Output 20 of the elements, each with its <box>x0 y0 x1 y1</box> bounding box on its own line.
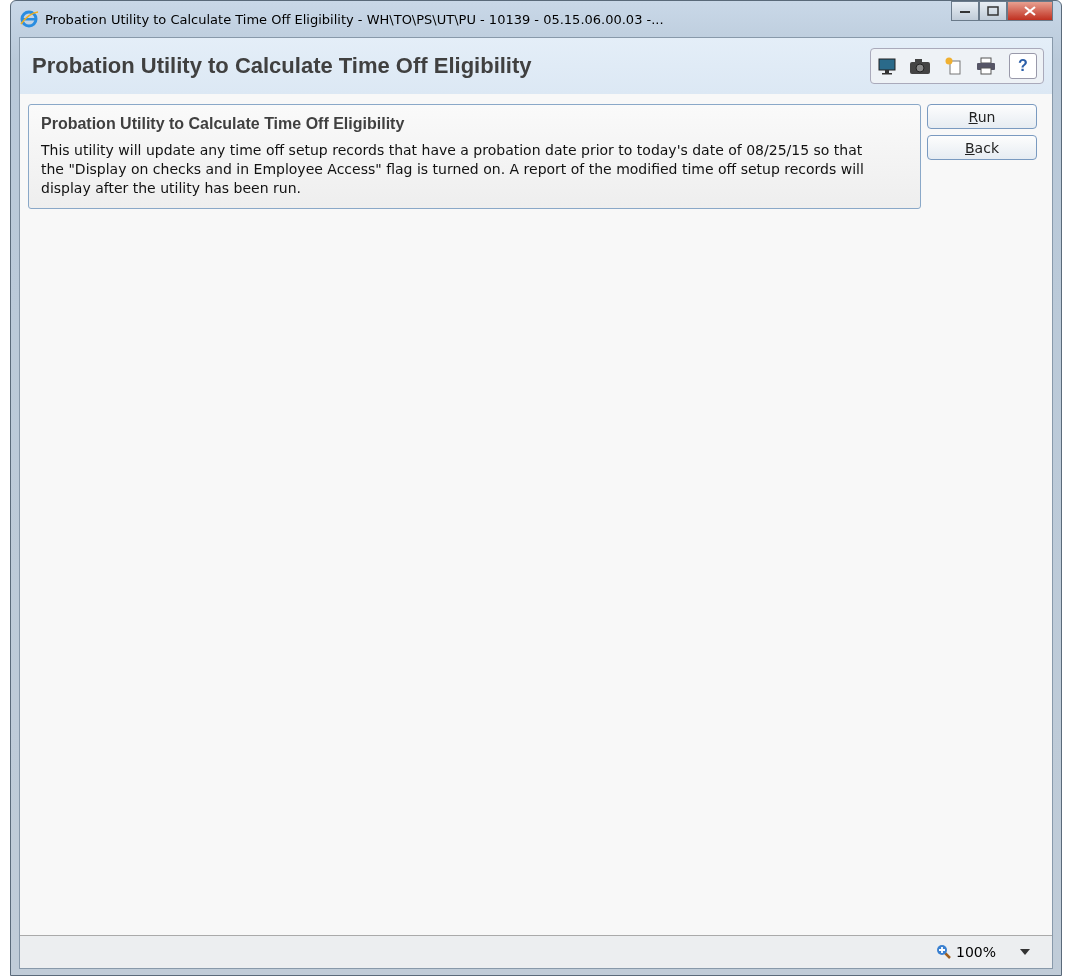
zoom-icon[interactable] <box>935 944 952 960</box>
minimize-button[interactable] <box>951 1 979 21</box>
print-icon[interactable] <box>975 56 997 76</box>
maximize-icon <box>987 6 999 16</box>
minimize-icon <box>959 8 971 14</box>
description-text: This utility will update any time off setup records that have a probation date prior to today's date of 08/25/15 so that the "Display on checks and in Employee Access" flag is turned on. A report of the modified time off setup records will display after the utility has been run. <box>41 141 865 198</box>
help-button[interactable]: ? <box>1009 53 1037 79</box>
camera-icon[interactable] <box>909 56 931 76</box>
zoom-level[interactable]: 100% <box>955 944 996 960</box>
panel-title: Probation Utility to Calculate Time Off Eligibility <box>41 115 406 133</box>
monitor-icon[interactable] <box>877 56 897 76</box>
maximize-button[interactable] <box>979 1 1007 21</box>
window-title: Probation Utility to Calculate Time Off Eligibility - WH\TO\PS\UT\PU - 10139 - 05.15.06.00.03 -... <box>45 11 665 27</box>
dropdown-arrow-icon[interactable] <box>1020 949 1030 955</box>
action-button[interactable]: Run <box>927 104 1037 129</box>
browser-logo-icon <box>19 9 39 29</box>
close-button[interactable] <box>1007 1 1053 21</box>
page-title: Probation Utility to Calculate Time Off Eligibility <box>32 53 532 79</box>
close-icon <box>1024 6 1036 16</box>
action-button[interactable]: Back <box>927 135 1037 160</box>
